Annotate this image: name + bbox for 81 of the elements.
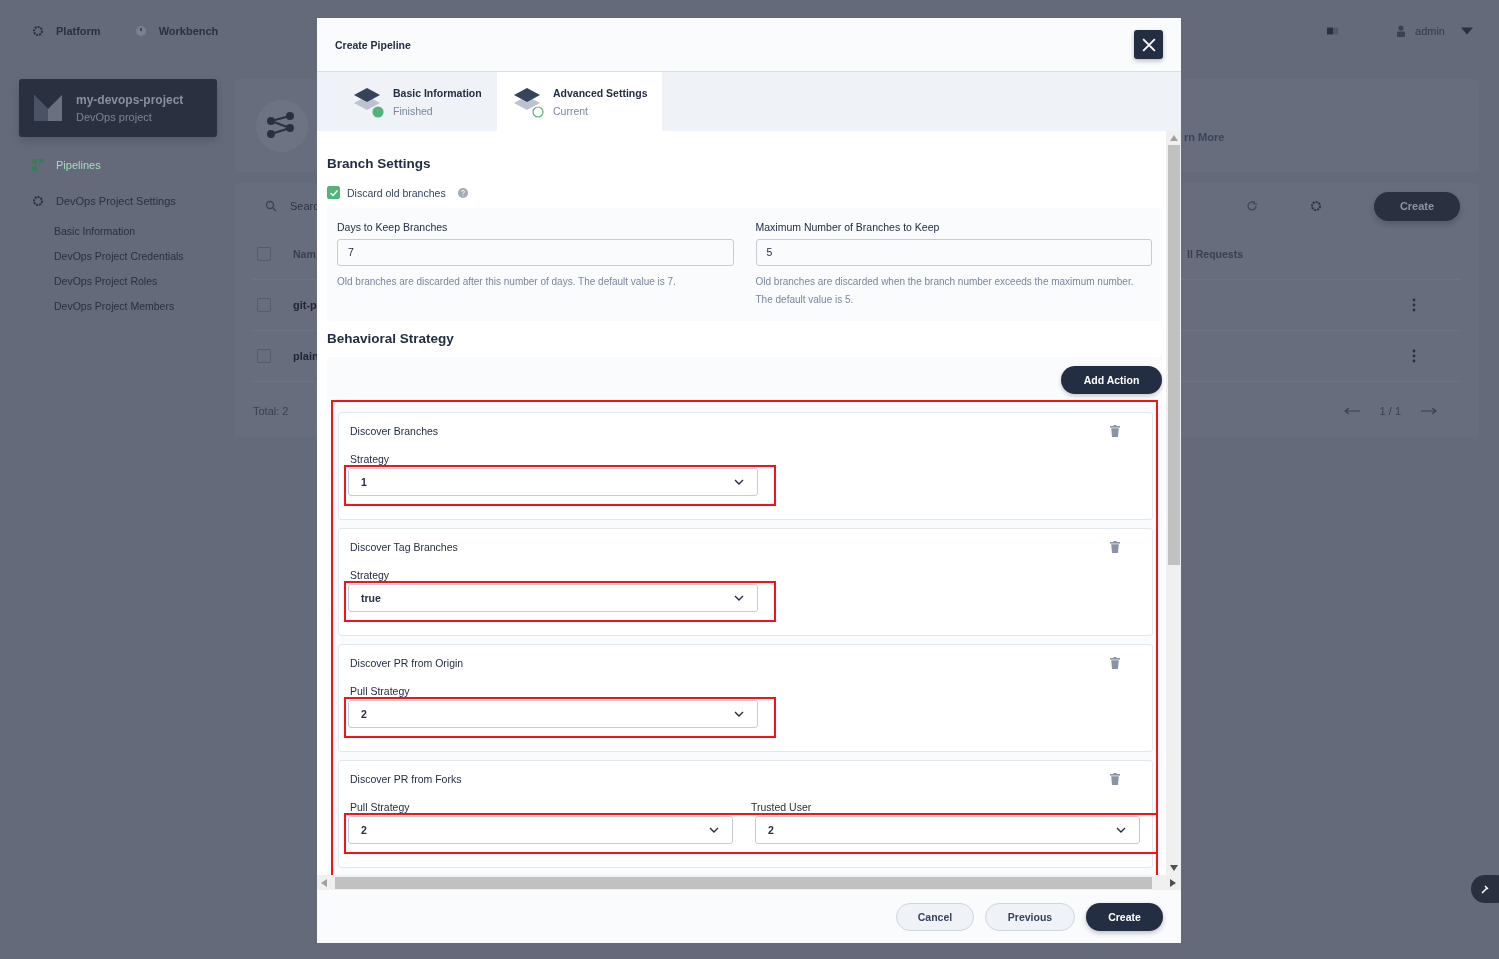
help-button[interactable] bbox=[1471, 875, 1499, 903]
field-label: Days to Keep Branches bbox=[337, 221, 449, 233]
sidebar-item[interactable]: Pipelines bbox=[56, 159, 101, 171]
project-type: DevOps project bbox=[76, 111, 153, 123]
panel-icon[interactable] bbox=[1327, 25, 1340, 37]
field-label: Strategy bbox=[350, 569, 391, 581]
step-tab[interactable]: Basic Information Finished bbox=[337, 72, 497, 131]
select-field[interactable]: 2 bbox=[755, 816, 1140, 844]
step-tab[interactable]: Advanced Settings Current bbox=[497, 72, 662, 131]
previous-page-icon[interactable] bbox=[1343, 406, 1360, 415]
gear-icon bbox=[32, 195, 44, 207]
grid-icon bbox=[32, 159, 44, 171]
input-field[interactable]: 7 bbox=[337, 239, 734, 266]
field-label: Maximum Number of Branches to Keep bbox=[755, 221, 941, 233]
scroll-down-icon[interactable] bbox=[1169, 865, 1178, 871]
hammer-icon bbox=[1480, 884, 1490, 894]
scroll-right-icon[interactable] bbox=[1170, 878, 1176, 887]
select-field[interactable]: 1 bbox=[348, 468, 758, 496]
trash-icon[interactable] bbox=[1110, 657, 1120, 669]
sidebar-subitem[interactable]: DevOps Project Members bbox=[19, 298, 217, 314]
select-field[interactable]: 2 bbox=[348, 816, 733, 844]
trash-icon[interactable] bbox=[1110, 541, 1120, 553]
nav-link[interactable]: Platform bbox=[56, 25, 101, 37]
dialog-title: Create Pipeline bbox=[335, 38, 411, 51]
chevron-icon bbox=[734, 711, 744, 717]
add-action-button[interactable]: Add Action bbox=[1061, 366, 1162, 394]
field-label: Strategy bbox=[350, 453, 391, 465]
select-field[interactable]: true bbox=[348, 584, 758, 612]
select-field[interactable]: 2 bbox=[348, 700, 758, 728]
action-title: Discover Branches bbox=[350, 425, 439, 437]
more-icon[interactable] bbox=[1412, 298, 1416, 312]
user-icon bbox=[1395, 25, 1408, 37]
chevron-icon bbox=[734, 595, 744, 601]
action-title: Discover PR from Origin bbox=[350, 657, 464, 669]
scroll-up-icon[interactable] bbox=[1169, 135, 1178, 141]
section-heading: Branch Settings bbox=[327, 156, 432, 171]
field-label: Pull Strategy bbox=[350, 801, 411, 813]
sidebar-subitem[interactable]: Basic Information bbox=[19, 223, 217, 239]
checkbox[interactable] bbox=[327, 186, 340, 199]
chevron-icon bbox=[1116, 827, 1126, 833]
search-field[interactable]: Searc bbox=[253, 192, 325, 220]
trash-icon[interactable] bbox=[1110, 773, 1120, 785]
close-button[interactable] bbox=[1134, 30, 1163, 59]
vertical-scrollbar[interactable] bbox=[1166, 131, 1181, 875]
refresh-icon[interactable] bbox=[1246, 200, 1258, 212]
field-label: Pull Strategy bbox=[350, 685, 411, 697]
footer-button[interactable]: Previous bbox=[985, 902, 1075, 931]
chevron-icon bbox=[734, 479, 744, 485]
next-page-icon[interactable] bbox=[1421, 406, 1437, 415]
scroll-left-icon[interactable] bbox=[321, 878, 327, 887]
create-button[interactable]: Create bbox=[1374, 191, 1460, 221]
share-icon bbox=[255, 98, 309, 153]
sidebar-subitem[interactable]: DevOps Project Roles bbox=[19, 273, 217, 289]
sidebar-subitem[interactable]: DevOps Project Credentials bbox=[19, 248, 217, 264]
chevron-icon bbox=[709, 827, 719, 833]
create-button[interactable]: Create bbox=[1086, 902, 1163, 931]
horizontal-scrollbar[interactable] bbox=[317, 875, 1181, 890]
gear-icon bbox=[32, 25, 44, 37]
field-label: Trusted User bbox=[751, 801, 813, 813]
project-card[interactable]: my-devops-project DevOps project bbox=[19, 79, 217, 137]
trash-icon[interactable] bbox=[1110, 425, 1120, 437]
field-hint: Old branches are discarded when the branch number exceeds the maximum number. The default value is 5. bbox=[755, 275, 1135, 307]
pipeline-name[interactable]: git-p bbox=[293, 299, 317, 311]
sidebar-item[interactable]: DevOps Project Settings bbox=[56, 195, 176, 207]
input-field[interactable]: 5 bbox=[755, 239, 1152, 266]
checkbox-label[interactable]: Discard old branches bbox=[347, 186, 446, 199]
search-icon bbox=[265, 200, 277, 212]
nav-link[interactable]: Workbench bbox=[158, 25, 219, 37]
logo-icon bbox=[34, 95, 62, 121]
close-icon bbox=[1141, 37, 1156, 52]
field-hint: Old branches are discarded after this number of days. The default value is 7. bbox=[337, 275, 677, 289]
more-icon[interactable] bbox=[1412, 349, 1416, 363]
action-title: Discover PR from Forks bbox=[350, 773, 462, 785]
caret-icon[interactable] bbox=[1461, 25, 1473, 37]
project-name: my-devops-project bbox=[76, 93, 184, 107]
action-title: Discover Tag Branches bbox=[350, 541, 458, 553]
help-icon[interactable] bbox=[457, 187, 468, 198]
settings-icon[interactable] bbox=[1310, 200, 1322, 212]
footer-button[interactable]: Cancel bbox=[896, 902, 974, 931]
section-heading: Behavioral Strategy bbox=[327, 331, 455, 346]
clock-icon bbox=[134, 25, 147, 37]
